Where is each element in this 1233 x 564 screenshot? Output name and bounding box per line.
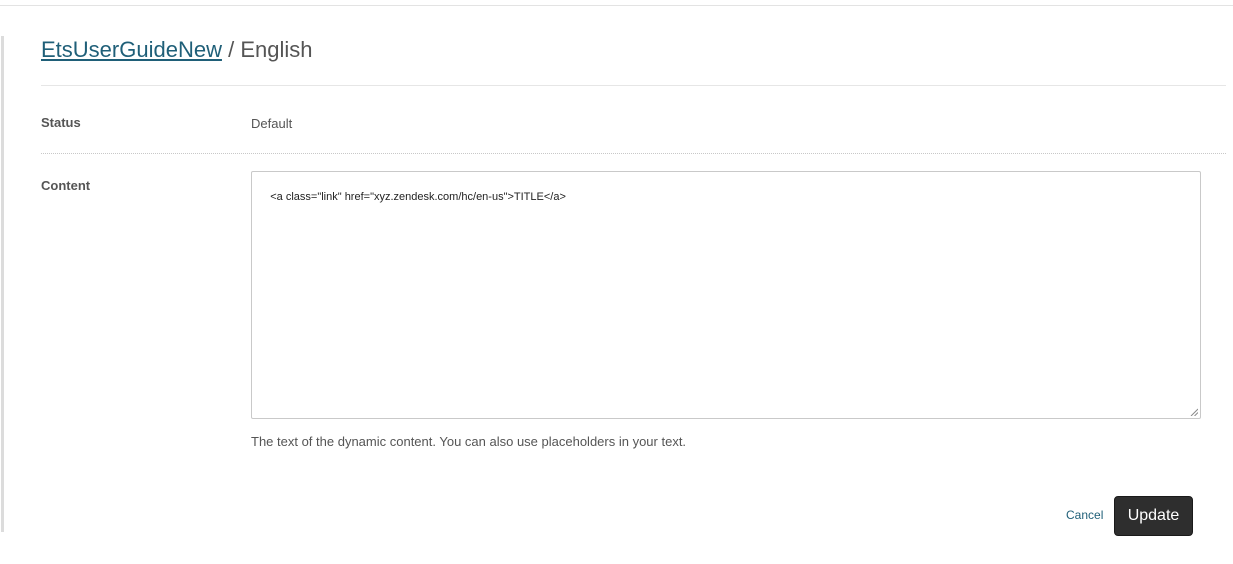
left-border [1, 36, 4, 532]
content-hint: The text of the dynamic content. You can… [251, 434, 687, 449]
dynamic-content-edit-page: EtsUserGuideNew / English Status Default… [0, 0, 1233, 564]
status-label: Status [41, 115, 81, 130]
breadcrumb-separator: / [228, 37, 235, 62]
cancel-button[interactable]: Cancel [1066, 508, 1103, 522]
language-title: English [240, 37, 313, 62]
header-divider [41, 85, 1226, 86]
page-title: EtsUserGuideNew / English [41, 36, 312, 64]
status-divider [41, 153, 1226, 154]
content-text: <a class="link" href="xyz.zendesk.com/hc… [270, 191, 566, 203]
resize-grip-icon[interactable] [1190, 408, 1198, 416]
top-divider [0, 5, 1233, 6]
update-button[interactable]: Update [1114, 496, 1193, 536]
breadcrumb-link[interactable]: EtsUserGuideNew [41, 37, 222, 62]
content-textarea[interactable]: <a class="link" href="xyz.zendesk.com/hc… [251, 171, 1201, 419]
content-label: Content [41, 178, 91, 193]
status-value: Default [251, 116, 293, 131]
